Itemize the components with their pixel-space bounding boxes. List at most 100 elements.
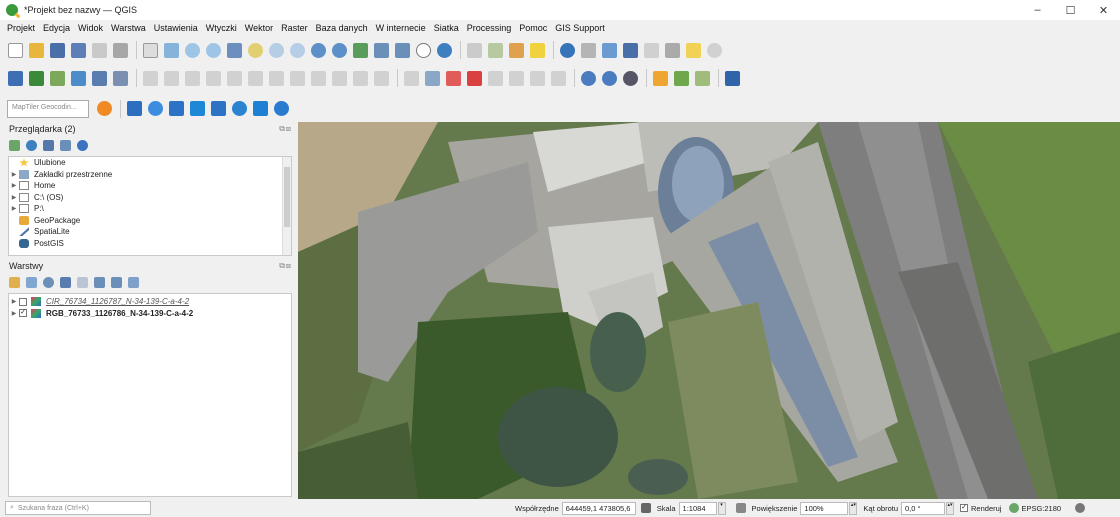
pan-hand-icon[interactable] [143, 42, 158, 58]
undo-icon[interactable] [353, 70, 368, 86]
remove-layer-icon[interactable] [128, 276, 139, 288]
expand-arrow-icon[interactable]: ▶ [9, 298, 19, 305]
deselect-icon[interactable] [530, 42, 545, 58]
add-group-icon[interactable] [26, 276, 37, 288]
digitize-icon[interactable] [206, 70, 221, 86]
browser-scrollbar[interactable] [282, 157, 291, 255]
layout-manager-icon[interactable] [113, 42, 128, 58]
menu-wektor[interactable]: Wektor [242, 20, 278, 36]
vertex-tool-icon[interactable] [227, 70, 242, 86]
save-project-icon[interactable] [50, 42, 65, 58]
field-calculator-icon[interactable] [602, 42, 617, 58]
zoom-out-icon[interactable] [206, 42, 221, 58]
plugin-target-icon[interactable] [148, 101, 163, 116]
copy-icon[interactable] [311, 70, 326, 86]
menu-edycja[interactable]: Edycja [40, 20, 75, 36]
identify-features-icon[interactable] [467, 42, 482, 58]
menu-raster[interactable]: Raster [278, 20, 313, 36]
panel-float-close-icon[interactable]: ⧉⊠ [279, 124, 292, 134]
refresh-icon[interactable] [26, 139, 37, 151]
label-abc-icon[interactable] [467, 70, 482, 86]
label-tool-icon[interactable] [404, 70, 419, 86]
annotation-icon[interactable] [686, 42, 701, 58]
plugin-grid-square-icon[interactable] [127, 101, 142, 116]
geocoder-search-input[interactable]: MapTiler Geocodin... [7, 99, 89, 118]
zoom-in-icon[interactable] [185, 42, 200, 58]
expand-arrow-icon[interactable]: ▶ [9, 205, 19, 212]
render-checkbox[interactable]: ✓ [960, 504, 969, 512]
menu-widok[interactable]: Widok [75, 20, 108, 36]
label-show-hide-icon[interactable] [551, 70, 566, 86]
save-as-icon[interactable] [71, 42, 86, 58]
identify-wms-icon[interactable] [581, 70, 596, 86]
close-button[interactable]: ✕ [1087, 0, 1120, 20]
expand-arrow-icon[interactable]: ▶ [9, 310, 19, 317]
browser-item-geopackage[interactable]: GeoPackage [9, 215, 291, 227]
coordinate-field[interactable]: 644459,1 473805,6 [561, 501, 636, 515]
search-layer-icon[interactable] [623, 70, 638, 86]
menu-projekt[interactable]: Projekt [4, 20, 40, 36]
expand-arrow-icon[interactable]: ▶ [9, 171, 19, 178]
search-map-icon[interactable] [707, 42, 722, 58]
save-edits-icon[interactable] [185, 70, 200, 86]
globe-icon[interactable] [232, 101, 247, 116]
expand-arrow-icon[interactable]: ▶ [9, 194, 19, 201]
print-layout-icon[interactable] [92, 42, 107, 58]
new-project-icon[interactable] [8, 42, 23, 58]
menu-wtyczki[interactable]: Wtyczki [203, 20, 242, 36]
zoom-wms-icon[interactable] [602, 70, 617, 86]
pan-to-selection-icon[interactable] [164, 42, 179, 58]
locator-search-input[interactable]: ⌕ Szukana fraza (Ctrl+K) [5, 501, 151, 515]
magnifier-field[interactable]: 100% [800, 501, 849, 515]
select-features-icon[interactable] [488, 42, 503, 58]
messages-icon[interactable] [1075, 503, 1086, 513]
browser-item-postgis[interactable]: PostGIS [9, 238, 291, 250]
label-highlight-icon[interactable] [446, 70, 461, 86]
toggle-extents-icon[interactable] [640, 503, 651, 513]
collapse-all-icon[interactable] [111, 276, 122, 288]
plugin-info-icon[interactable] [274, 101, 289, 116]
rotation-field[interactable]: 0,0 ° [901, 501, 946, 515]
scroll-thumb[interactable] [284, 167, 290, 227]
info-icon[interactable] [77, 139, 88, 151]
data-source-manager-icon[interactable] [8, 70, 23, 86]
zoom-next-icon[interactable] [332, 42, 347, 58]
temporal-controller-icon[interactable] [416, 42, 431, 58]
layer-visibility-checkbox[interactable]: ✓ [19, 309, 27, 318]
plugin-grid-icon[interactable] [695, 70, 710, 86]
menu-warstwa[interactable]: Warstwa [108, 20, 151, 36]
cut-icon[interactable] [290, 70, 305, 86]
zoom-layer-icon[interactable] [269, 42, 284, 58]
browser-item-home[interactable]: ▶ Home [9, 180, 291, 192]
scale-dropdown-icon[interactable]: ▾ [717, 501, 726, 515]
add-raster-layer-icon[interactable] [50, 70, 65, 86]
browser-item-bookmarks[interactable]: ▶ Zakładki przestrzenne [9, 169, 291, 181]
filter-legend-icon[interactable] [60, 276, 71, 288]
current-edits-icon[interactable] [164, 70, 179, 86]
zoom-last-icon[interactable] [311, 42, 326, 58]
map-canvas[interactable] [298, 122, 1120, 499]
crs-globe-icon[interactable] [1009, 503, 1020, 513]
plugin-shape-icon[interactable] [253, 101, 268, 116]
browser-item-drive-p[interactable]: ▶ P:\ [9, 203, 291, 215]
panel-float-close-icon[interactable]: ⧉⊠ [279, 261, 292, 271]
label-rotate-icon[interactable] [509, 70, 524, 86]
expand-arrow-icon[interactable]: ▶ [9, 182, 19, 189]
label-change-icon[interactable] [530, 70, 545, 86]
layer-visibility-checkbox[interactable] [19, 297, 27, 306]
add-wms-layer-icon[interactable] [113, 70, 128, 86]
browser-item-spatialite[interactable]: SpatiaLite [9, 226, 291, 238]
magnifier-spinner-icon[interactable]: ▴▾ [849, 501, 858, 515]
menu-baza-danych[interactable]: Baza danych [313, 20, 373, 36]
toggle-editing-icon[interactable] [143, 70, 158, 86]
menu-processing[interactable]: Processing [464, 20, 517, 36]
add-mesh-layer-icon[interactable] [92, 70, 107, 86]
plugin-cloud-icon[interactable] [190, 101, 205, 116]
maptiler-icon[interactable] [97, 101, 112, 116]
add-delimited-text-icon[interactable] [71, 70, 86, 86]
layer-row-rgb[interactable]: ▶ ✓ RGB_76733_1126786_N-34-139-C-a-4-2 [9, 308, 291, 320]
add-vector-layer-icon[interactable] [29, 70, 44, 86]
menu-pomoc[interactable]: Pomoc [516, 20, 552, 36]
filter-expression-icon[interactable] [77, 276, 88, 288]
browser-item-favorites[interactable]: Ulubione [9, 157, 291, 169]
